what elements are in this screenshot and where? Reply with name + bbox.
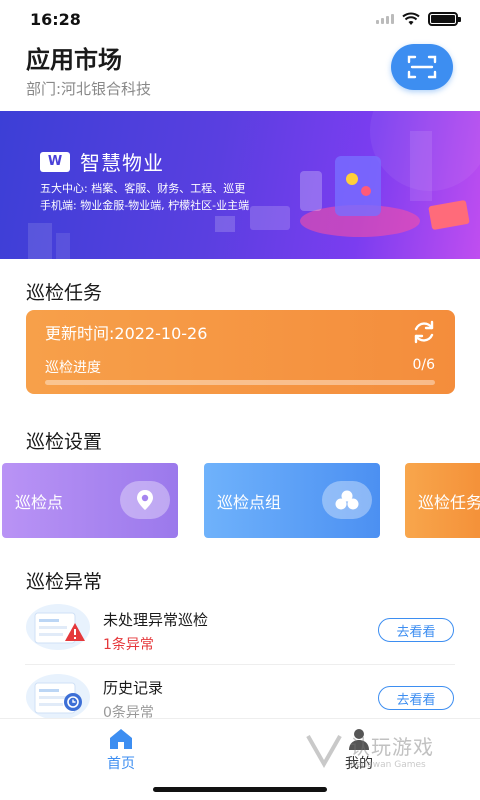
banner-logo: W 智慧物业: [40, 147, 164, 176]
signal-icon: [376, 14, 394, 24]
anomaly-item-title: 历史记录: [103, 679, 164, 697]
tile-patrol-task[interactable]: 巡检任务: [405, 463, 480, 538]
group-circles-icon: [322, 481, 372, 519]
banner-line-1: 五大中心: 档案、客服、财务、工程、巡更: [40, 182, 246, 195]
watermark: 认玩游戏 Rengwan Games: [304, 730, 434, 770]
watermark-text: 认玩游戏: [350, 734, 434, 759]
tile-patrol-point-label: 巡检点: [15, 492, 64, 512]
history-document-icon: [26, 674, 90, 720]
scan-icon: [407, 55, 437, 79]
scan-button[interactable]: [391, 44, 453, 90]
patrol-anomaly-title: 巡检异常: [26, 571, 103, 593]
list-item[interactable]: 未处理异常巡检 1条异常 去看看: [0, 603, 480, 665]
update-time: 更新时间:2022-10-26: [45, 324, 208, 343]
home-indicator: [153, 787, 327, 792]
banner-title: 智慧物业: [80, 151, 164, 175]
progress-bar: [45, 380, 435, 385]
watermark-logo-icon: [306, 735, 342, 769]
page-title: 应用市场: [26, 46, 122, 74]
patrol-task-card[interactable]: 更新时间:2022-10-26 巡检进度 0/6: [26, 310, 455, 394]
battery-icon: [428, 12, 461, 26]
banner-line-2: 手机端: 物业金服-物业端, 柠檬社区-业主端: [40, 199, 250, 212]
patrol-task-title: 巡检任务: [26, 282, 103, 304]
progress-count: 0/6: [412, 357, 435, 373]
divider: [25, 664, 455, 665]
location-pin-icon: [120, 481, 170, 519]
banner-logo-mark: W: [40, 151, 70, 172]
home-icon: [110, 729, 132, 749]
tile-patrol-point[interactable]: 巡检点: [2, 463, 178, 538]
status-icons: [376, 12, 461, 26]
view-button[interactable]: 去看看: [378, 686, 454, 710]
anomaly-item-title: 未处理异常巡检: [103, 611, 209, 629]
promo-banner[interactable]: W 智慧物业 五大中心: 档案、客服、财务、工程、巡更 手机端: 物业金服-物业…: [0, 111, 480, 259]
view-button[interactable]: 去看看: [378, 618, 454, 642]
tile-patrol-task-label: 巡检任务: [418, 492, 480, 512]
status-time: 16:28: [30, 10, 81, 29]
wifi-icon: [402, 12, 420, 25]
refresh-icon[interactable]: [411, 319, 437, 345]
tab-home-label: 首页: [107, 756, 135, 772]
watermark-subtext: Rengwan Games: [350, 759, 426, 770]
department-label: 部门:河北银合科技: [26, 80, 152, 98]
patrol-settings-title: 巡检设置: [26, 431, 103, 453]
anomaly-item-count: 1条异常: [103, 637, 154, 653]
tile-patrol-point-group[interactable]: 巡检点组: [204, 463, 380, 538]
progress-label: 巡检进度: [45, 360, 101, 376]
warning-document-icon: [26, 604, 90, 650]
tab-home[interactable]: 首页: [96, 727, 146, 773]
tile-patrol-point-group-label: 巡检点组: [217, 492, 282, 512]
